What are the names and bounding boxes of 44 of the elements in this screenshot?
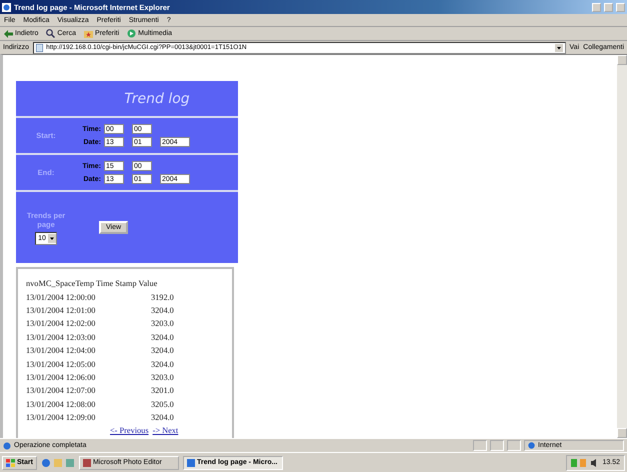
quick-launch-icons[interactable] bbox=[40, 458, 75, 468]
dropdown-icon bbox=[48, 234, 56, 242]
app-icon bbox=[186, 458, 195, 466]
close-button[interactable] bbox=[616, 2, 625, 12]
form-title: Trend log bbox=[16, 81, 238, 116]
value-cell: 3204.0 bbox=[151, 306, 174, 315]
back-arrow-icon bbox=[4, 30, 13, 38]
globe-icon bbox=[528, 442, 535, 449]
value-cell: 3205.0 bbox=[151, 400, 174, 409]
maximize-button[interactable] bbox=[604, 2, 613, 12]
value-cell: 3204.0 bbox=[151, 346, 174, 356]
value-cell: 3203.0 bbox=[151, 319, 174, 328]
scroll-up-button[interactable] bbox=[617, 55, 627, 65]
timestamp-cell-text: 13/01/2004 12:01:00 bbox=[26, 306, 96, 315]
browser-icon bbox=[2, 2, 11, 12]
minimize-button[interactable] bbox=[592, 2, 601, 12]
next-link[interactable]: -> Next bbox=[152, 426, 178, 436]
timestamp-cell-text: 13/01/2004 12:09:00 bbox=[26, 413, 96, 422]
value-cell: 3203.0 bbox=[151, 372, 174, 382]
value-cell: 3192.0 bbox=[151, 292, 174, 302]
timestamp-cell-text: 13/01/2004 12:04:00 bbox=[26, 346, 96, 356]
value-cell: 3204.0 bbox=[151, 332, 174, 342]
app-icon bbox=[82, 458, 91, 466]
media-icon bbox=[127, 29, 136, 38]
dropdown-icon[interactable] bbox=[554, 44, 563, 52]
folder-star-icon bbox=[84, 30, 94, 38]
table-header: nvoMC_SpaceTemp Time Stamp Value bbox=[26, 279, 158, 288]
timestamp-cell-text: 13/01/2004 12:08:00 bbox=[26, 400, 96, 409]
value-cell: 3204.0 bbox=[151, 360, 174, 369]
scroll-down-button[interactable] bbox=[617, 428, 627, 438]
scrollbar[interactable] bbox=[617, 55, 627, 438]
timestamp-cell-text: 13/01/2004 12:00:00 bbox=[26, 292, 96, 302]
value-cell: 3204.0 bbox=[151, 413, 174, 422]
windows-logo-icon bbox=[6, 458, 15, 466]
timestamp-cell-text: 13/01/2004 12:02:00 bbox=[26, 319, 96, 328]
speaker-icon bbox=[591, 458, 598, 466]
timestamp-cell-text: 13/01/2004 12:06:00 bbox=[26, 372, 96, 382]
previous-link[interactable]: <- Previous bbox=[110, 426, 149, 436]
timestamp-cell-text: 13/01/2004 12:03:00 bbox=[26, 332, 96, 342]
timestamp-cell-text: 13/01/2004 12:07:00 bbox=[26, 386, 96, 396]
search-icon bbox=[46, 29, 56, 38]
network-icon bbox=[571, 458, 588, 466]
timestamp-cell-text: 13/01/2004 12:05:00 bbox=[26, 360, 96, 369]
value-cell: 3201.0 bbox=[151, 386, 174, 396]
